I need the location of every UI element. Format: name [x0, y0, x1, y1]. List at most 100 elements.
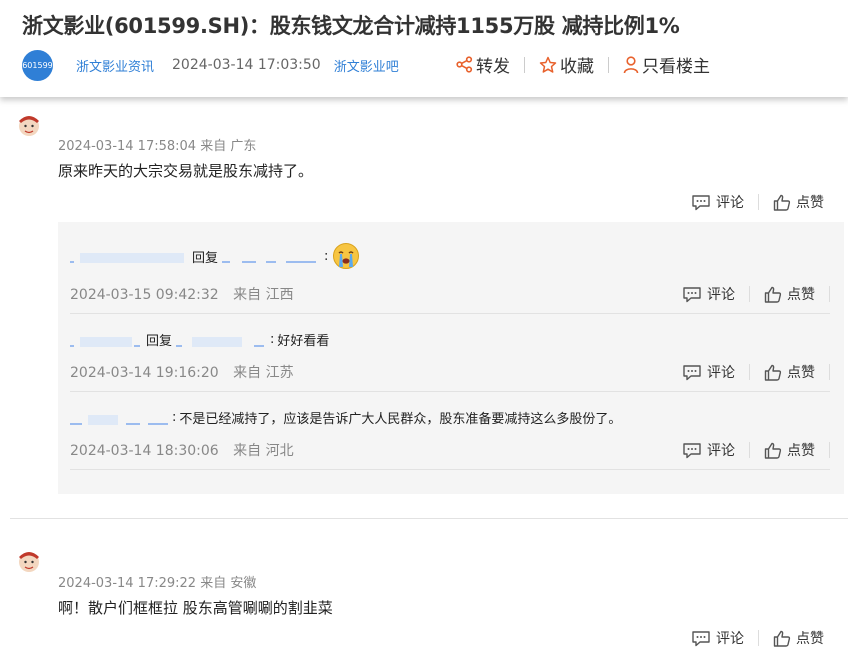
reply-time: 2024-03-14 18:30:06 [70, 443, 219, 459]
divider [749, 442, 750, 458]
comment-actions: 评论 点赞 [691, 192, 824, 212]
divider [829, 286, 830, 302]
divider [758, 194, 759, 210]
reply-word: 回复 [146, 334, 173, 349]
divider [70, 469, 830, 470]
comment-meta: 2024-03-14 17:29:22 来自 安徽 [58, 572, 256, 591]
comment-time: 2024-03-14 17:58:04 [58, 139, 197, 154]
reply-meta: 2024-03-14 19:16:20 来自 江苏 [70, 362, 294, 382]
colon: : [270, 332, 275, 347]
reply-actions: 评论 点赞 [682, 440, 830, 460]
divider [70, 391, 830, 392]
like-button[interactable]: 点赞 [764, 284, 815, 304]
reply-text: 好好看看 [277, 334, 330, 349]
like-label: 点赞 [787, 443, 815, 459]
username-redacted[interactable] [58, 104, 128, 114]
divider [10, 518, 848, 519]
divider [70, 313, 830, 314]
comment-icon [683, 286, 701, 302]
comment-label: 评论 [716, 195, 744, 211]
share-label: 转发 [476, 57, 510, 77]
like-label: 点赞 [787, 365, 815, 381]
stock-avatar[interactable]: 601599 [22, 49, 53, 81]
crying-emoji-icon [333, 243, 360, 269]
reply-time: 2024-03-14 19:16:20 [70, 365, 219, 381]
reply-text: 不是已经减持了，应该是告诉广大人民群众，股东准备要减持这么多股份了。 [179, 412, 622, 427]
reply-meta: 2024-03-14 18:30:06 来自 河北 [70, 440, 294, 460]
comment-button[interactable]: 评论 [691, 628, 744, 648]
comment-button[interactable]: 评论 [682, 284, 735, 304]
comment-icon [683, 364, 701, 380]
post-meta: 601599 浙文影业资讯 2024-03-14 17:03:50 浙文影业吧 [22, 49, 399, 81]
comment-button[interactable]: 评论 [682, 362, 735, 382]
divider [608, 56, 609, 73]
reply-location: 来自 江西 [233, 287, 294, 303]
post-actions: 转发 收藏 只看楼主 [456, 52, 710, 77]
like-label: 点赞 [796, 631, 824, 647]
collect-label: 收藏 [560, 57, 594, 77]
avatar[interactable] [16, 548, 42, 574]
colon: : [172, 410, 177, 425]
divider [524, 56, 525, 73]
username-redacted[interactable] [176, 331, 268, 349]
star-icon [539, 56, 557, 73]
reply-actions: 评论 点赞 [682, 284, 830, 304]
comment-label: 评论 [707, 443, 735, 459]
person-icon [623, 55, 639, 73]
divider [758, 630, 759, 646]
divider [829, 442, 830, 458]
reply-list: 回复 : 2024-03-15 09:42:32 来自 江西 评论 点赞 回复 … [58, 222, 844, 494]
only-op-button[interactable]: 只看楼主 [623, 52, 710, 77]
thumbs-up-icon [773, 194, 791, 211]
reply-line: 回复 : 好好看看 [70, 330, 329, 349]
share-icon [456, 56, 473, 73]
avatar[interactable] [16, 112, 42, 138]
comment-location: 来自 广东 [200, 139, 257, 154]
comment-label: 评论 [707, 365, 735, 381]
author-link[interactable]: 浙文影业资讯 [76, 56, 154, 75]
thumbs-up-icon [764, 442, 782, 459]
divider [829, 364, 830, 380]
comment-location: 来自 安徽 [200, 576, 257, 591]
like-button[interactable]: 点赞 [773, 192, 824, 212]
like-label: 点赞 [787, 287, 815, 303]
reply-time: 2024-03-15 09:42:32 [70, 287, 219, 303]
comment-icon [683, 442, 701, 458]
reply-actions: 评论 点赞 [682, 362, 830, 382]
username-redacted[interactable] [70, 331, 142, 349]
comment-icon [692, 630, 710, 646]
comment-label: 评论 [716, 631, 744, 647]
like-button[interactable]: 点赞 [773, 628, 824, 648]
bar-link[interactable]: 浙文影业吧 [334, 56, 399, 75]
comment-label: 评论 [707, 287, 735, 303]
like-label: 点赞 [796, 195, 824, 211]
reply-location: 来自 河北 [233, 443, 294, 459]
username-redacted[interactable] [58, 548, 128, 558]
thumbs-up-icon [764, 364, 782, 381]
reply-line: : 不是已经减持了，应该是告诉广大人民群众，股东准备要减持这么多股份了。 [70, 408, 621, 427]
thumbs-up-icon [773, 630, 791, 647]
post-time: 2024-03-14 17:03:50 [172, 57, 321, 73]
comment-button[interactable]: 评论 [691, 192, 744, 212]
divider [749, 286, 750, 302]
collect-button[interactable]: 收藏 [539, 52, 594, 77]
thumbs-up-icon [764, 286, 782, 303]
comment-button[interactable]: 评论 [682, 440, 735, 460]
reply-word: 回复 [192, 250, 219, 266]
comment-meta: 2024-03-14 17:58:04 来自 广东 [58, 135, 256, 154]
username-redacted[interactable] [70, 409, 170, 427]
reply-line: 回复 : [70, 242, 360, 270]
share-button[interactable]: 转发 [456, 52, 510, 77]
post-title: 浙文影业(601599.SH)：股东钱文龙合计减持1155万股 减持比例1% [22, 14, 680, 38]
reply-meta: 2024-03-15 09:42:32 来自 江西 [70, 284, 294, 304]
like-button[interactable]: 点赞 [764, 362, 815, 382]
username-redacted[interactable] [70, 247, 188, 265]
like-button[interactable]: 点赞 [764, 440, 815, 460]
comment-time: 2024-03-14 17:29:22 [58, 576, 197, 591]
comment-actions: 评论 点赞 [691, 628, 824, 648]
username-redacted[interactable] [222, 247, 322, 265]
only-op-label: 只看楼主 [642, 57, 710, 77]
comment-text: 原来昨天的大宗交易就是股东减持了。 [58, 162, 314, 180]
comment-text: 啊！散户们框框拉 股东高管唰唰的割韭菜 [58, 599, 333, 617]
comment-icon [692, 194, 710, 210]
